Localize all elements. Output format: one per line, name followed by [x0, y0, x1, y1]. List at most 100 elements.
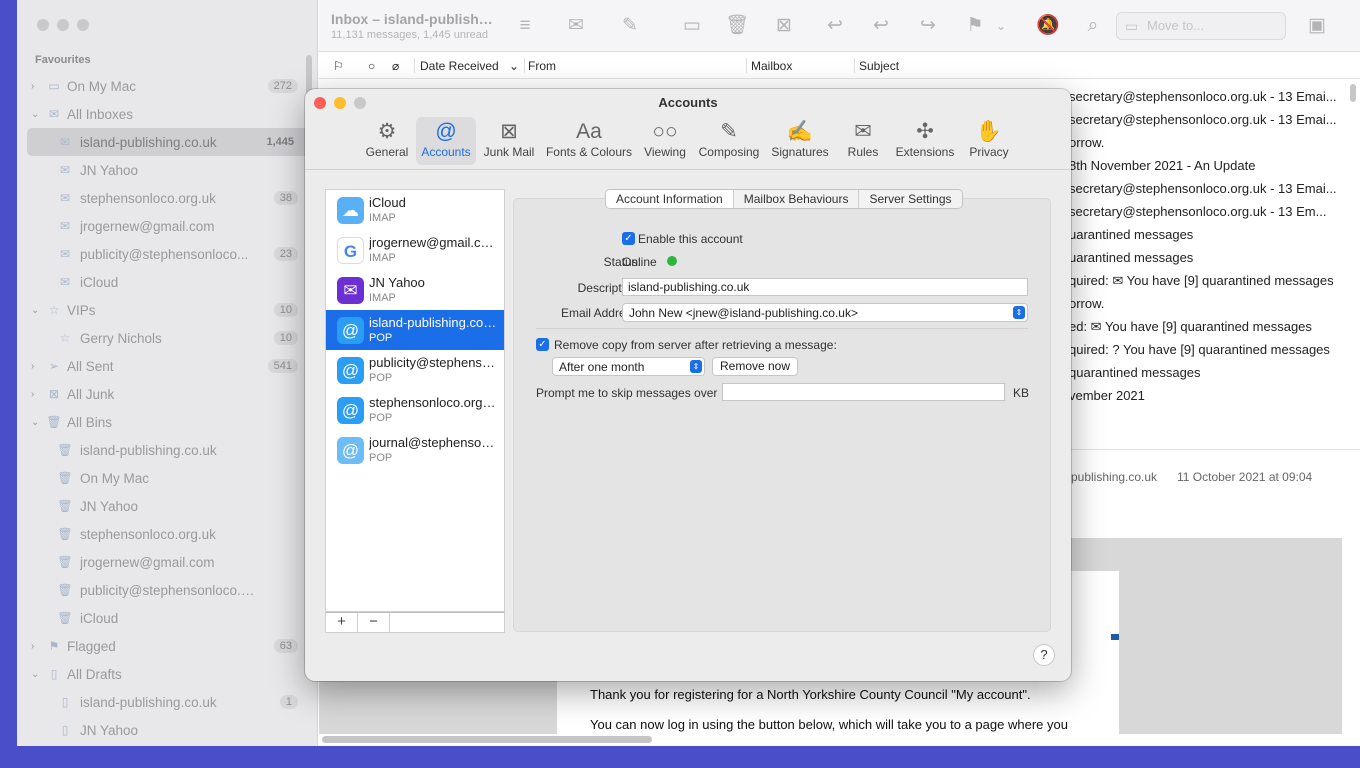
- flag-menu-chevron-icon[interactable]: ⌄: [994, 13, 1008, 39]
- sidebar-item[interactable]: 🗑 jrogernew@gmail.com: [17, 548, 318, 576]
- account-item[interactable]: @ journal@stephensonloco.org.uk POP: [326, 430, 504, 470]
- sidebar-item[interactable]: 🗑 publicity@stephensonloco.org.uk: [17, 576, 318, 604]
- message-row-subject[interactable]: ed: ✉ You have [9] quarantined messages: [1069, 319, 1312, 335]
- message-row-subject[interactable]: uarantined messages: [1069, 250, 1193, 265]
- message-row-subject[interactable]: secretary@stephensonloco.org.uk - 13 Ema…: [1069, 89, 1337, 104]
- sidebar-item[interactable]: ✉ stephensonloco.org.uk 38: [17, 184, 318, 212]
- skip-size-field[interactable]: [722, 383, 1005, 401]
- segment-account-information[interactable]: Account Information: [606, 190, 733, 208]
- flag-icon[interactable]: ⚑: [962, 13, 988, 39]
- message-row-subject[interactable]: vember 2021: [1069, 388, 1145, 403]
- sidebar-item[interactable]: › ➢ All Sent 541: [17, 352, 318, 380]
- tab-junk-mail[interactable]: ⊠ Junk Mail: [481, 117, 537, 165]
- tab-privacy[interactable]: ✋ Privacy: [964, 117, 1014, 165]
- message-row-subject[interactable]: quarantined messages: [1069, 365, 1201, 380]
- sidebar-item[interactable]: › ⊠ All Junk: [17, 380, 318, 408]
- trash-toolbar-icon[interactable]: ▣: [1304, 13, 1330, 39]
- close-window-button[interactable]: [37, 19, 49, 31]
- message-row-subject[interactable]: orrow.: [1069, 296, 1104, 311]
- chevron-down-icon[interactable]: ⌄: [31, 417, 41, 428]
- minimize-window-button[interactable]: [57, 19, 69, 31]
- move-to-menu[interactable]: ▭ Move to...: [1116, 12, 1286, 40]
- sidebar-item[interactable]: ✉ publicity@stephensonlocо... 23: [17, 240, 318, 268]
- junk-icon[interactable]: ⊠: [771, 13, 797, 39]
- date-received-column[interactable]: Date Received: [420, 59, 499, 73]
- mute-icon[interactable]: 🔕: [1035, 13, 1061, 39]
- sidebar-item[interactable]: ✉ island-publishing.co.uk 1,445: [27, 128, 310, 156]
- flag-column-icon[interactable]: ⚐: [333, 59, 344, 73]
- tab-extensions[interactable]: ✣ Extensions: [892, 117, 958, 165]
- message-row-subject[interactable]: orrow.: [1069, 135, 1104, 150]
- sidebar-item[interactable]: ✉ iCloud: [17, 268, 318, 296]
- sidebar-item[interactable]: 🗑 stephensonloco.org.uk: [17, 520, 318, 548]
- sidebar-item[interactable]: ⌄ ☆ VIPs 10: [17, 296, 318, 324]
- account-item[interactable]: ✉ JN Yahoo IMAP: [326, 270, 504, 310]
- remove-now-button[interactable]: Remove now: [712, 357, 798, 376]
- account-item[interactable]: @ publicity@stephensonloco.org.uk POP: [326, 350, 504, 390]
- sidebar-item[interactable]: 🗑 JN Yahoo: [17, 492, 318, 520]
- chevron-right-icon[interactable]: ›: [31, 361, 41, 372]
- sidebar-item[interactable]: ▯ island-publishing.co.uk 1: [17, 688, 318, 716]
- chevron-down-icon[interactable]: ⌄: [31, 109, 41, 120]
- account-item[interactable]: @ island-publishing.co.uk POP: [326, 310, 504, 350]
- tab-fonts-colours[interactable]: Aa Fonts & Colours: [543, 117, 635, 165]
- tab-signatures[interactable]: ✍ Signatures: [768, 117, 832, 165]
- account-item[interactable]: ☁ iCloud IMAP: [326, 190, 504, 230]
- delete-icon[interactable]: 🗑: [724, 13, 750, 39]
- search-icon[interactable]: ⌕: [1080, 13, 1106, 39]
- message-row-subject[interactable]: secretary@stephensonloco.org.uk - 13 Em.…: [1069, 204, 1326, 219]
- chevron-right-icon[interactable]: ›: [31, 641, 41, 652]
- attachment-column-icon[interactable]: ⌀: [392, 59, 399, 73]
- sidebar-item[interactable]: ☆ Gerry Nichols 10: [17, 324, 318, 352]
- message-row-subject[interactable]: secretary@stephensonloco.org.uk - 13 Ema…: [1069, 181, 1337, 196]
- message-row-subject[interactable]: uarantined messages: [1069, 227, 1193, 242]
- help-button[interactable]: ?: [1033, 644, 1055, 666]
- chevron-right-icon[interactable]: ›: [31, 81, 41, 92]
- filter-icon[interactable]: ≡: [512, 13, 538, 39]
- message-row-subject[interactable]: secretary@stephensonloco.org.uk - 13 Ema…: [1069, 112, 1337, 127]
- sidebar-item[interactable]: ✉ JN Yahoo: [17, 156, 318, 184]
- chevron-down-icon[interactable]: ⌄: [31, 305, 41, 316]
- account-item[interactable]: Gjrogernew@gmail.com IMAP: [326, 230, 504, 270]
- chevron-right-icon[interactable]: ›: [31, 389, 41, 400]
- email-address-select[interactable]: John New <jnew@island-publishing.co.uk> …: [622, 303, 1028, 322]
- sidebar-item[interactable]: › ⚑ Flagged 63: [17, 632, 318, 660]
- sort-chevron-icon[interactable]: ⌄: [509, 59, 519, 73]
- tab-accounts[interactable]: @ Accounts: [416, 117, 476, 165]
- message-row-subject[interactable]: quired: ? You have [9] quarantined messa…: [1069, 342, 1330, 357]
- sidebar-item[interactable]: ⌄ ✉ All Inboxes: [17, 100, 318, 128]
- tab-composing[interactable]: ✎ Composing: [696, 117, 762, 165]
- sidebar-item[interactable]: 🗑 iCloud: [17, 604, 318, 632]
- reply-icon[interactable]: ↩: [822, 13, 848, 39]
- remove-after-select[interactable]: After one month ⇕: [552, 357, 705, 376]
- from-column[interactable]: From: [528, 59, 556, 73]
- description-field[interactable]: island-publishing.co.uk: [622, 278, 1028, 296]
- subject-column[interactable]: Subject: [859, 59, 899, 73]
- sidebar-item[interactable]: ▯ JN Yahoo: [17, 716, 318, 744]
- message-row-subject[interactable]: quired: ✉ You have [9] quarantined messa…: [1069, 273, 1334, 289]
- segment-server-settings[interactable]: Server Settings: [858, 190, 961, 208]
- forward-icon[interactable]: ↪: [915, 13, 941, 39]
- archive-icon[interactable]: ▭: [679, 13, 705, 39]
- unread-column-icon[interactable]: ○: [368, 59, 375, 73]
- sidebar-item[interactable]: ⌄ ▯ All Drafts: [17, 660, 318, 688]
- zoom-window-button[interactable]: [77, 19, 89, 31]
- remove-copy-checkbox[interactable]: ✓: [536, 338, 549, 351]
- message-row-subject[interactable]: 8th November 2021 - An Update: [1069, 158, 1255, 173]
- sidebar-item[interactable]: ⌄ 🗑 All Bins: [17, 408, 318, 436]
- reply-all-icon[interactable]: ↩: [868, 13, 894, 39]
- chevron-down-icon[interactable]: ⌄: [31, 669, 41, 680]
- compose-icon[interactable]: ✎: [617, 13, 643, 39]
- segment-mailbox-behaviours[interactable]: Mailbox Behaviours: [732, 190, 859, 208]
- sidebar-item[interactable]: › ▭ On My Mac 272: [17, 72, 318, 100]
- tab-rules[interactable]: ✉ Rules: [842, 117, 884, 165]
- tab-general[interactable]: ⚙ General: [365, 117, 409, 165]
- account-item[interactable]: @ stephensonloco.org.uk POP: [326, 390, 504, 430]
- tab-viewing[interactable]: ○○ Viewing: [641, 117, 689, 165]
- horizontal-scrollbar[interactable]: [322, 736, 652, 743]
- sidebar-item[interactable]: ✉ jrogernew@gmail.com: [17, 212, 318, 240]
- message-list-scrollbar[interactable]: [1350, 84, 1356, 102]
- remove-account-button[interactable]: −: [358, 613, 390, 632]
- add-account-button[interactable]: +: [326, 613, 358, 632]
- mailbox-column[interactable]: Mailbox: [751, 59, 792, 73]
